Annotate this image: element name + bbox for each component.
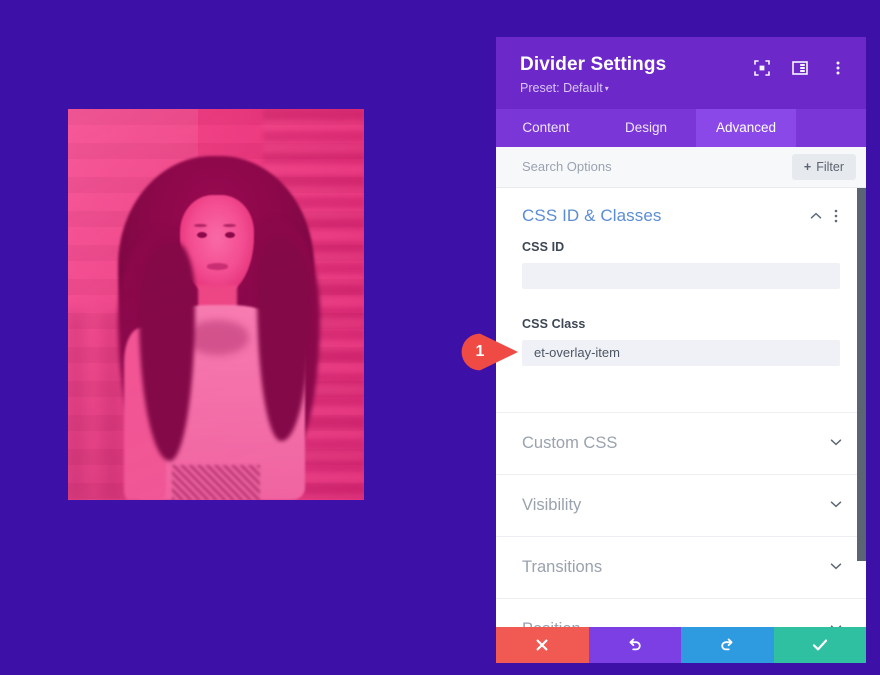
divider-settings-panel: Divider Settings Preset: Default ▾ Conte… bbox=[496, 37, 866, 663]
undo-button[interactable] bbox=[588, 627, 681, 663]
plus-icon: + bbox=[803, 159, 812, 174]
preset-label: Preset: Default bbox=[520, 80, 603, 95]
filter-button[interactable]: + Filter bbox=[791, 153, 856, 180]
page-canvas bbox=[0, 0, 496, 675]
section-css-id-classes-header[interactable]: CSS ID & Classes bbox=[496, 188, 866, 240]
panel-scroll-body: CSS ID & Classes CSS ID CSS Class et-ove… bbox=[496, 187, 866, 627]
panel-scrollbar[interactable] bbox=[857, 187, 866, 627]
section-label: Visibility bbox=[522, 495, 582, 514]
photo-duotone-overlay bbox=[68, 109, 364, 500]
field-label: CSS Class bbox=[522, 316, 586, 331]
field-label: CSS ID bbox=[522, 239, 565, 254]
field-css-class: CSS Class bbox=[496, 317, 866, 372]
panel-header: Divider Settings Preset: Default ▾ bbox=[496, 37, 866, 109]
chevron-down-icon[interactable] bbox=[826, 559, 846, 576]
section-title: CSS ID & Classes bbox=[522, 205, 662, 225]
redo-button[interactable] bbox=[681, 627, 774, 663]
section-position[interactable]: Position bbox=[496, 597, 866, 627]
section-label: Custom CSS bbox=[522, 433, 618, 452]
scrollbar-thumb[interactable] bbox=[857, 187, 866, 561]
section-visibility[interactable]: Visibility bbox=[496, 473, 866, 536]
more-options-icon[interactable] bbox=[828, 58, 848, 78]
tab-design[interactable]: Design bbox=[596, 109, 696, 147]
field-css-id: CSS ID bbox=[496, 240, 866, 295]
search-options-row: + Filter bbox=[496, 146, 866, 188]
callout-marker-1: 1 bbox=[461, 333, 519, 371]
panel-header-icons bbox=[752, 58, 848, 78]
cancel-button[interactable] bbox=[496, 627, 589, 663]
section-label: Position bbox=[522, 620, 826, 627]
css-id-input[interactable] bbox=[522, 262, 840, 289]
chevron-up-icon[interactable] bbox=[806, 206, 826, 226]
chevron-down-icon[interactable] bbox=[826, 497, 846, 514]
panel-tabs: Content Design Advanced bbox=[496, 108, 866, 147]
chevron-down-icon[interactable] bbox=[826, 435, 846, 452]
fullscreen-icon[interactable] bbox=[752, 58, 772, 78]
preset-selector[interactable]: Preset: Default ▾ bbox=[520, 81, 609, 95]
section-custom-css[interactable]: Custom CSS bbox=[496, 411, 866, 474]
portrait-photo[interactable] bbox=[68, 109, 364, 500]
section-label: Transitions bbox=[522, 557, 603, 576]
filter-button-label: Filter bbox=[816, 159, 844, 174]
chevron-down-icon[interactable] bbox=[826, 621, 846, 627]
search-input[interactable] bbox=[522, 159, 792, 175]
chevron-down-icon: ▾ bbox=[604, 83, 609, 93]
section-bottom-spacer bbox=[496, 372, 866, 412]
tab-content[interactable]: Content bbox=[496, 109, 596, 147]
section-transitions[interactable]: Transitions bbox=[496, 535, 866, 598]
field-spacer bbox=[496, 295, 866, 317]
tab-advanced[interactable]: Advanced bbox=[696, 108, 796, 147]
split-view-icon[interactable] bbox=[790, 58, 810, 78]
section-more-options-icon[interactable] bbox=[826, 206, 846, 226]
panel-action-bar bbox=[496, 627, 866, 663]
save-button[interactable] bbox=[773, 627, 866, 663]
callout-number: 1 bbox=[475, 343, 485, 360]
css-class-input[interactable] bbox=[522, 339, 840, 366]
